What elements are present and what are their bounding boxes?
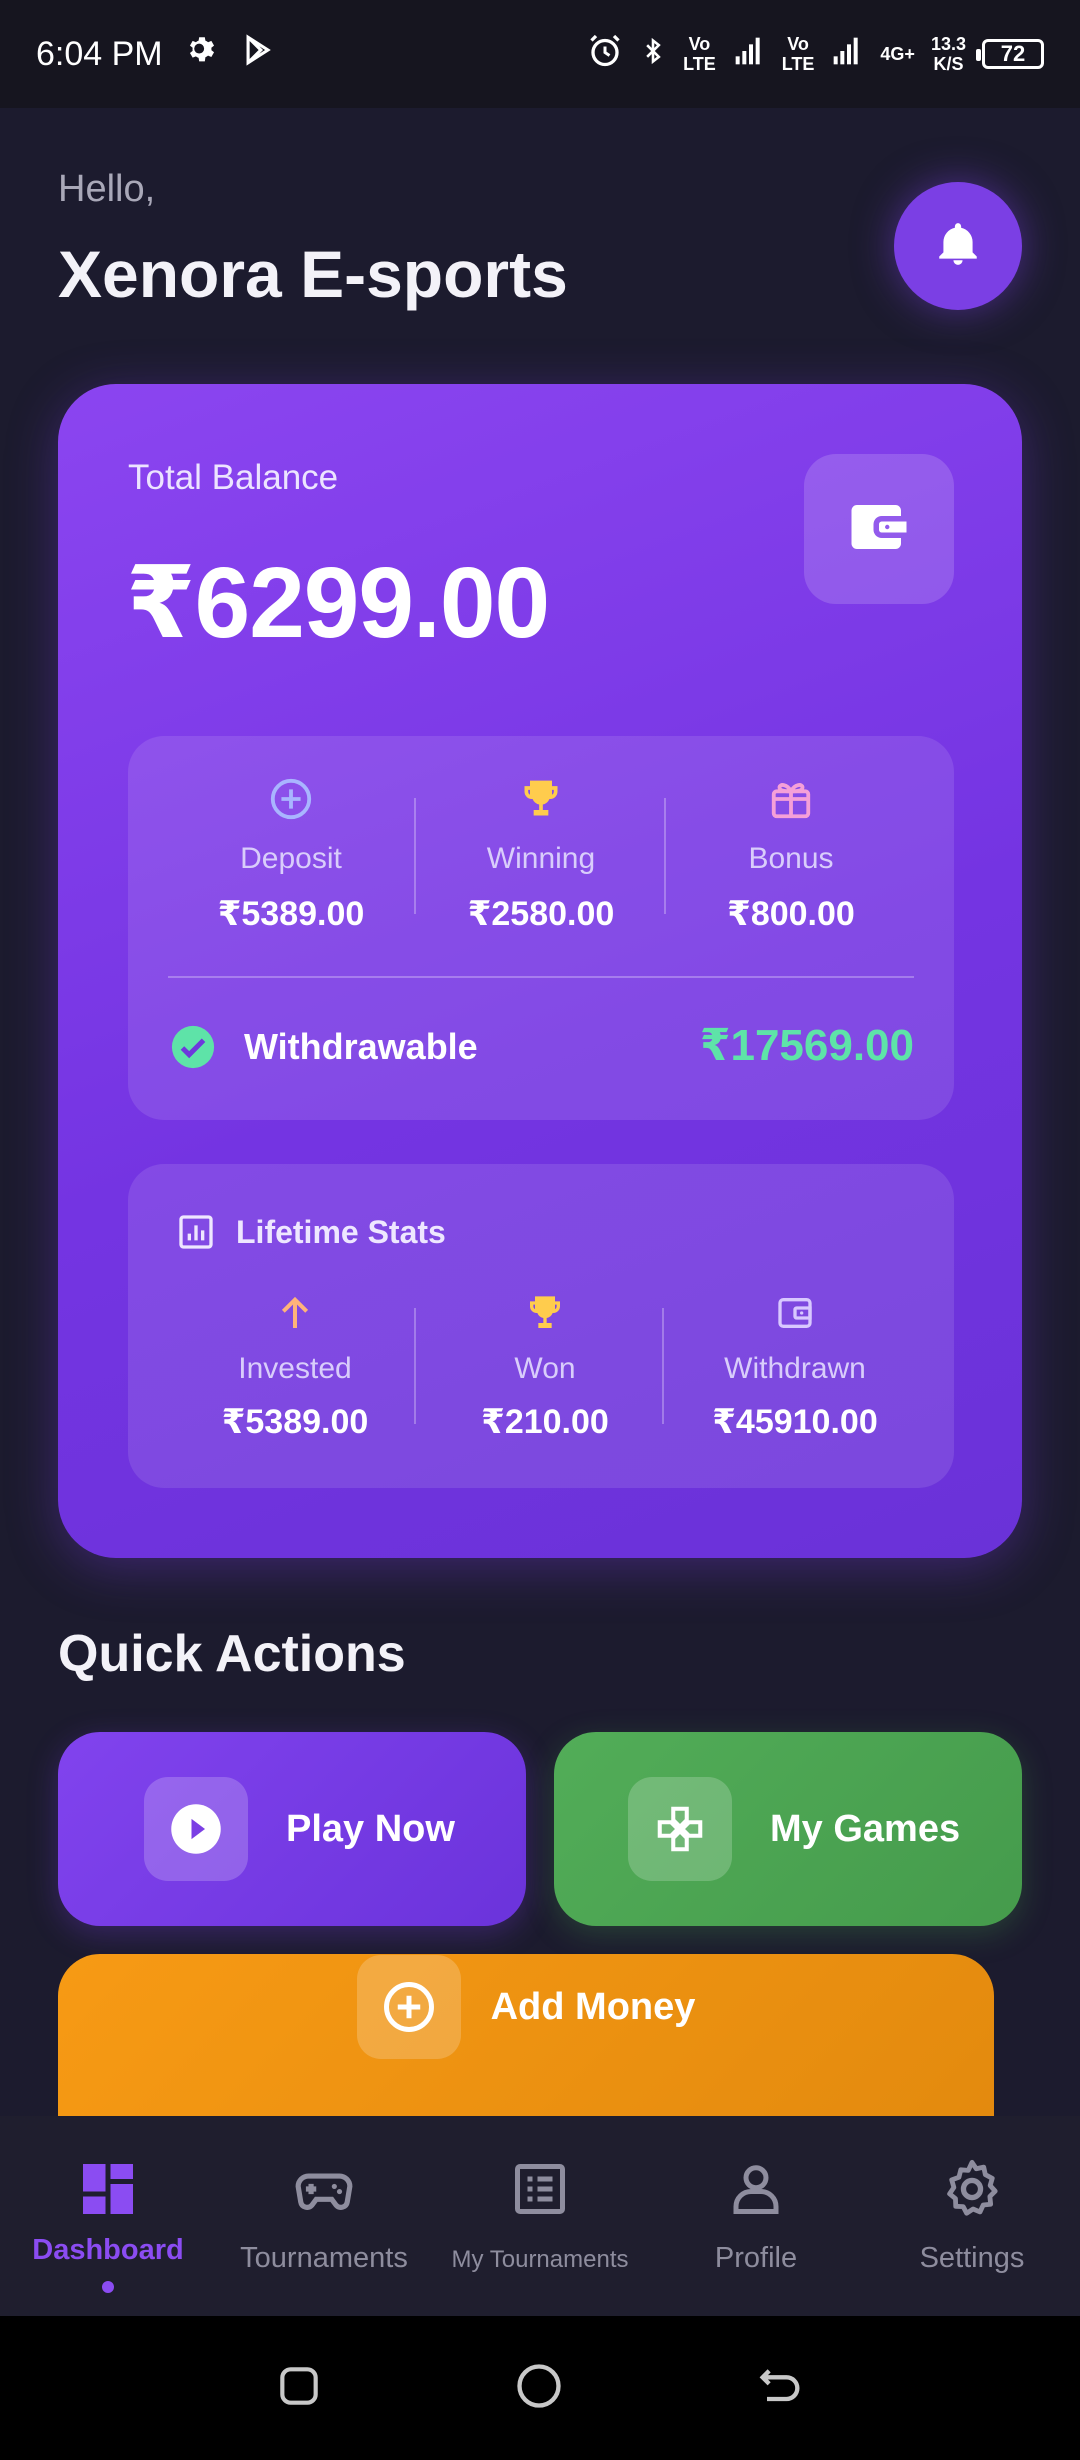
check-circle-icon [170,1024,216,1075]
winning-value: ₹2580.00 [467,895,615,933]
nav-label-tournaments: Tournaments [240,2242,408,2274]
nav-item-settings[interactable]: Settings [864,2116,1080,2316]
recent-apps-icon[interactable] [274,2361,324,2416]
withdrawn-label: Withdrawn [724,1352,866,1385]
gear-icon [940,2154,1004,2224]
my-games-label: My Games [770,1807,961,1850]
play-store-icon [241,33,275,76]
nav-item-dashboard[interactable]: Dashboard [0,2116,216,2316]
system-navigation-bar [0,2316,1080,2460]
add-money-icon-box [356,1955,461,2059]
total-balance-amount: ₹6299.00 [126,547,550,659]
bell-icon [933,219,983,274]
nav-label-settings: Settings [919,2242,1025,2274]
breakdown-row: Deposit ₹5389.00 Winning ₹2580.00 Bonus … [128,774,954,944]
alarm-icon [587,33,623,75]
home-icon[interactable] [513,2360,565,2417]
lifetime-stats-row: Invested ₹5389.00 Won ₹210.00 Withdrawn … [128,1288,954,1442]
games-icon-box [628,1777,732,1881]
deposit-value: ₹5389.00 [217,895,365,933]
add-money-label: Add Money [490,1985,696,2028]
bonus-label: Bonus [748,842,834,875]
status-left: 6:04 PM [36,33,275,76]
active-indicator [102,2281,114,2293]
bonus-column: Bonus ₹800.00 [666,774,916,944]
dpad-icon [657,1806,703,1852]
divider [664,798,666,914]
username-title: Xenora E-sports [58,237,568,311]
wallet-icon [775,1288,815,1338]
nav-label-profile: Profile [714,2242,798,2274]
signal-icon-2 [830,35,864,73]
nav-item-my-tournaments[interactable]: My Tournaments [432,2116,648,2316]
dashboard-icon [78,2154,138,2224]
balance-breakdown: Deposit ₹5389.00 Winning ₹2580.00 Bonus … [128,736,954,1120]
play-now-label: Play Now [286,1807,455,1850]
person-icon [726,2154,786,2224]
battery-icon: 72 [976,39,1044,69]
status-time: 6:04 PM [36,34,163,73]
greeting-text: Hello, [58,168,156,210]
wallet-icon [846,494,912,565]
quick-actions-title: Quick Actions [58,1625,406,1683]
wallet-button[interactable] [804,454,954,604]
plus-circle-icon [383,1982,434,2032]
chart-icon [176,1212,216,1257]
back-icon[interactable] [754,2360,806,2417]
gift-icon [768,774,814,824]
nav-item-profile[interactable]: Profile [648,2116,864,2316]
balance-card: Total Balance ₹6299.00 Deposit ₹5389.00 … [58,384,1022,1558]
divider [414,1308,416,1424]
volte-indicator-1: Vo LTE [683,34,716,74]
gamepad-icon [293,2154,355,2224]
invested-value: ₹5389.00 [221,1403,369,1441]
notification-button[interactable] [894,182,1022,310]
won-label: Won [514,1352,576,1385]
signal-icon-1 [732,35,766,73]
play-icon-box [144,1777,248,1881]
add-money-content: Add Money [356,1955,696,2059]
withdrawn-column: Withdrawn ₹45910.00 [670,1288,920,1442]
withdrawable-label: Withdrawable [244,1026,478,1067]
deposit-column: Deposit ₹5389.00 [166,774,416,944]
invested-column: Invested ₹5389.00 [170,1288,420,1442]
nav-label-dashboard: Dashboard [32,2234,184,2266]
settings-gear-icon [185,33,219,76]
add-money-button[interactable]: Add Money [58,1954,994,2120]
list-icon [510,2154,570,2224]
nav-item-tournaments[interactable]: Tournaments [216,2116,432,2316]
volte-indicator-2: Vo LTE [781,34,815,74]
invested-label: Invested [238,1352,352,1385]
nav-label-my-tournaments: My Tournaments [451,2246,629,2273]
bluetooth-icon [639,34,667,74]
my-games-button[interactable]: My Games [554,1732,1022,1926]
deposit-label: Deposit [240,842,342,875]
won-value: ₹210.00 [481,1403,609,1441]
total-balance-label: Total Balance [128,458,339,497]
bonus-value: ₹800.00 [727,895,855,933]
status-bar: 6:04 PM Vo LTE Vo LTE 4G+ 13.3 K/S 72 [0,0,1080,108]
winning-column: Winning ₹2580.00 [416,774,666,944]
lifetime-stats-title: Lifetime Stats [236,1214,446,1250]
play-now-button[interactable]: Play Now [58,1732,526,1926]
divider [414,798,416,914]
battery-level: 72 [1000,41,1026,66]
lifetime-stats-card: Lifetime Stats Invested ₹5389.00 Won ₹21… [128,1164,954,1488]
trophy-icon [525,1288,565,1338]
arrow-up-icon [275,1288,315,1338]
withdrawn-value: ₹45910.00 [712,1403,878,1441]
network-type: 4G+ [880,44,915,64]
divider [662,1308,664,1424]
play-icon [171,1804,221,1854]
network-speed: 13.3 K/S [930,34,966,74]
bottom-navigation: Dashboard Tournaments My Tournaments Pro… [0,2116,1080,2316]
plus-circle-icon [268,774,314,824]
horizontal-divider [168,976,914,978]
won-column: Won ₹210.00 [420,1288,670,1442]
status-right: Vo LTE Vo LTE 4G+ 13.3 K/S 72 [587,33,1044,75]
winning-label: Winning [486,842,596,875]
withdrawable-value: ₹17569.00 [699,1021,914,1070]
trophy-icon [519,774,563,824]
